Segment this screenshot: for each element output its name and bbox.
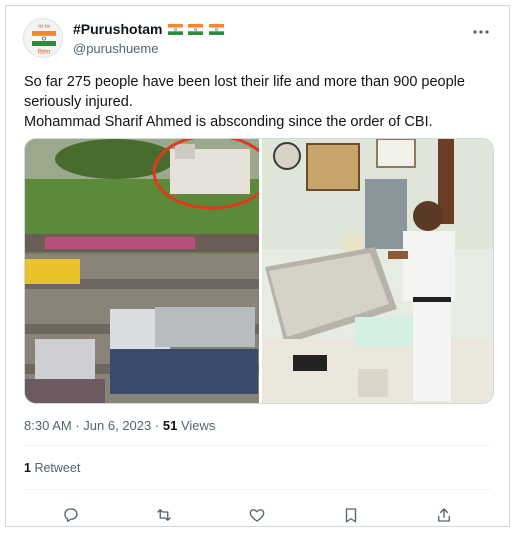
bookmark-button[interactable] <box>338 504 364 526</box>
heart-icon <box>250 509 265 522</box>
share-button[interactable] <box>431 504 457 526</box>
meta-separator: · <box>75 418 80 433</box>
more-horizontal-icon <box>473 30 489 34</box>
share-icon <box>438 508 451 522</box>
tweet-card: घर घर तिरंगा #Purushotam @purushueme So … <box>5 5 510 527</box>
tweet-header: घर घर तिरंगा #Purushotam @purushueme <box>23 18 499 62</box>
media-images <box>25 139 494 404</box>
flag-icon <box>208 22 224 40</box>
divider <box>24 489 491 490</box>
retweets-label: Retweet <box>34 461 81 475</box>
bookmark-icon <box>345 508 357 523</box>
flag-icon <box>167 22 183 40</box>
retweets-count: 1 <box>24 461 31 475</box>
tweet-meta: 8:30 AM · Jun 6, 2023 · 51 Views <box>24 418 215 433</box>
reply-icon <box>64 508 78 523</box>
user-names: #Purushotam @purushueme <box>73 20 224 57</box>
divider <box>24 445 491 446</box>
avatar-flag-image: घर घर तिरंगा <box>31 24 57 56</box>
accident-aerial-photo[interactable] <box>25 139 272 404</box>
avatar[interactable]: घर घर तिरंगा <box>23 18 63 58</box>
tweet-actions <box>24 502 491 528</box>
retweet-button[interactable] <box>151 504 177 526</box>
like-button[interactable] <box>244 504 270 526</box>
tweet-date[interactable]: Jun 6, 2023 <box>83 418 151 433</box>
views-label: Views <box>180 418 216 433</box>
tweet-text: So far 275 people have been lost their l… <box>24 72 494 132</box>
more-options-button[interactable] <box>471 22 491 38</box>
avatar-caption-bottom: तिरंगा <box>38 48 51 56</box>
meta-separator: · <box>154 418 160 433</box>
flag-icon <box>188 22 204 40</box>
views-count: 51 <box>162 418 178 433</box>
tweet-text-line: Mohammad Sharif Ahmed is absconding sinc… <box>24 114 433 130</box>
tweet-text-line: So far 275 people have been lost their l… <box>24 74 465 110</box>
control-room-photo[interactable] <box>262 139 494 404</box>
reply-button[interactable] <box>58 504 84 526</box>
tweet-stats[interactable]: 1 Retweet <box>24 461 80 475</box>
avatar-caption-top: घर घर <box>38 24 51 30</box>
user-handle[interactable]: @purushueme <box>73 40 224 57</box>
tweet-time[interactable]: 8:30 AM <box>24 418 72 433</box>
display-name[interactable]: #Purushotam <box>73 21 162 37</box>
retweet-icon <box>157 509 171 521</box>
tweet-media[interactable] <box>24 138 494 404</box>
